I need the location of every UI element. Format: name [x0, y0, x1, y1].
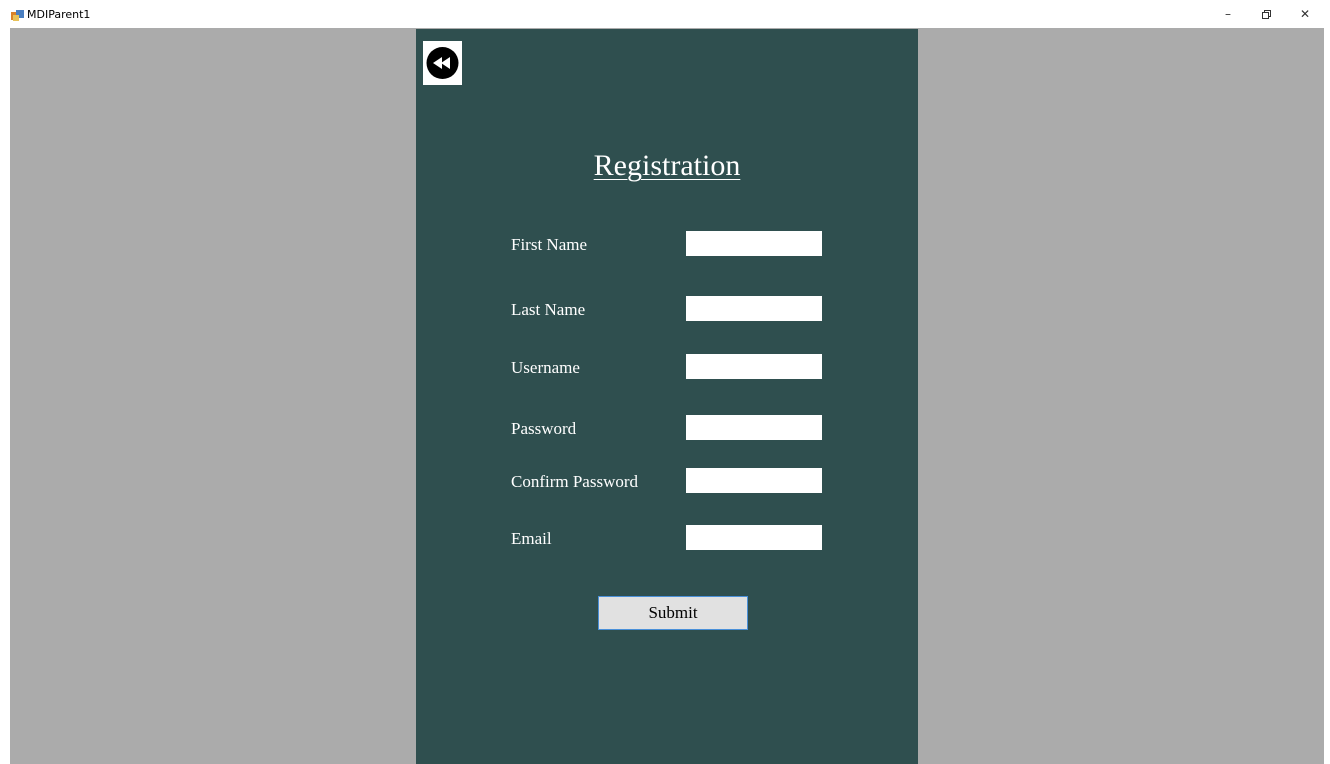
back-button[interactable] [423, 41, 462, 85]
last-name-label: Last Name [511, 300, 586, 319]
last-name-field[interactable] [686, 296, 822, 321]
password-field[interactable] [686, 415, 822, 440]
confirm-password-label: Confirm Password [511, 472, 639, 491]
app-icon [11, 9, 24, 21]
form-title-text: Registration [593, 149, 741, 182]
password-label: Password [511, 419, 577, 438]
minimize-button[interactable]: – [1213, 4, 1243, 24]
confirm-password-field[interactable] [686, 468, 822, 493]
username-label: Username [511, 358, 580, 377]
username-field[interactable] [686, 354, 822, 379]
form-title: Registration [416, 149, 918, 183]
registration-form: Registration First Name Last Name Userna… [416, 29, 918, 764]
close-button[interactable]: ✕ [1290, 4, 1320, 24]
email-label: Email [511, 529, 552, 548]
first-name-label: First Name [511, 235, 588, 254]
mdi-client-area: Registration First Name Last Name Userna… [10, 28, 1324, 764]
first-name-field[interactable] [686, 231, 822, 256]
application-window: MDIParent1 – ✕ Registration First Name L… [0, 0, 1330, 764]
restore-icon [1261, 10, 1271, 19]
submit-button[interactable]: Submit [598, 596, 748, 630]
title-bar[interactable]: MDIParent1 – ✕ [0, 0, 1330, 28]
email-field[interactable] [686, 525, 822, 550]
rewind-icon [426, 47, 459, 79]
restore-button[interactable] [1251, 4, 1281, 24]
window-title: MDIParent1 [27, 8, 91, 21]
